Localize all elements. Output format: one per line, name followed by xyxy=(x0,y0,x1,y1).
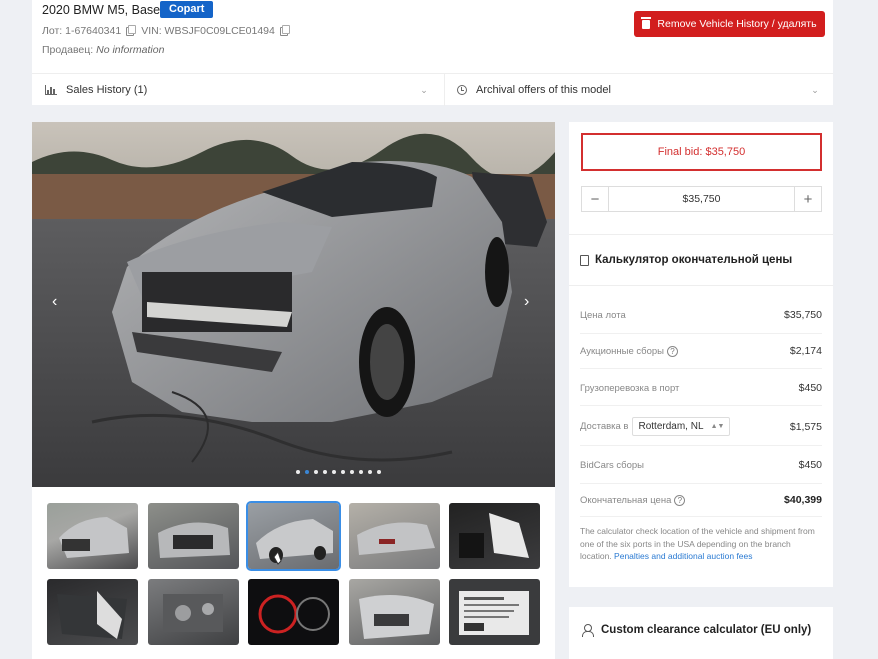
calc-row-delivery: Доставка в Rotterdam, NL ▲▼ $1,575 xyxy=(580,417,822,436)
thumbnail[interactable] xyxy=(449,579,540,645)
tab-sales-history-label: Sales History (1) xyxy=(66,84,148,96)
help-icon[interactable]: ? xyxy=(674,494,686,506)
person-icon xyxy=(582,624,594,637)
calc-row-label-wrap: Доставка в Rotterdam, NL ▲▼ xyxy=(580,417,731,436)
final-bid-box: Final bid: $35,750 xyxy=(581,133,822,171)
row-divider xyxy=(580,333,822,334)
bar-chart-icon xyxy=(45,85,57,95)
pagination-dot[interactable] xyxy=(359,470,363,474)
seller-value: No information xyxy=(96,44,165,56)
photo-pagination-dots xyxy=(32,470,555,474)
calc-row-label-wrap: Аукционные сборы? xyxy=(580,345,678,357)
thumbnail[interactable] xyxy=(148,503,239,569)
prev-photo-arrow[interactable]: ‹ xyxy=(52,294,57,310)
calc-row-value-total: $40,399 xyxy=(784,494,822,506)
copy-lot-icon[interactable] xyxy=(126,24,137,36)
calc-row-lot-price: Цена лота $35,750 xyxy=(580,309,822,321)
next-photo-arrow[interactable]: › xyxy=(524,294,529,310)
thumbnail[interactable] xyxy=(248,579,339,645)
copy-vin-icon[interactable] xyxy=(279,24,290,36)
bid-calculator-card: Final bid: $35,750 − $35,750 + Калькулят… xyxy=(569,122,833,587)
auction-badge: Copart xyxy=(160,1,214,18)
bid-amount-input[interactable]: $35,750 xyxy=(609,187,794,211)
thumbnail[interactable] xyxy=(349,579,440,645)
pagination-dot[interactable] xyxy=(296,470,300,474)
calc-row-port-transport: Грузоперевозка в порт $450 xyxy=(580,382,822,394)
calc-row-value: $450 xyxy=(798,459,822,471)
calculator-icon xyxy=(580,254,589,266)
row-divider xyxy=(580,483,822,484)
thumbnail[interactable] xyxy=(47,503,138,569)
chevron-updown-icon: ▲▼ xyxy=(710,423,725,430)
thumbnail[interactable] xyxy=(148,579,239,645)
tab-archival-label: Archival offers of this model xyxy=(476,84,611,96)
calc-row-label: Окончательная цена xyxy=(580,494,672,506)
calc-row-label: BidCars сборы xyxy=(580,459,645,471)
calc-row-value: $2,174 xyxy=(789,345,822,357)
divider xyxy=(569,234,833,235)
chevron-down-icon: ⌄ xyxy=(811,85,819,95)
vehicle-header-card: 2020 BMW M5, Base Copart Лот: 1-67640341… xyxy=(32,0,833,106)
pagination-dot-active[interactable] xyxy=(305,470,309,474)
pagination-dot[interactable] xyxy=(332,470,336,474)
calculator-title: Калькулятор окончательной цены xyxy=(580,254,792,266)
increment-button[interactable]: + xyxy=(794,187,821,211)
history-tabs: Sales History (1) ⌄ Archival offers of t… xyxy=(32,73,833,106)
row-divider xyxy=(580,405,822,406)
divider xyxy=(569,285,833,286)
bid-stepper: − $35,750 + xyxy=(581,186,822,212)
thumbnail[interactable] xyxy=(47,579,138,645)
vin-number: VIN: WBSJF0C09LCE01494 xyxy=(141,25,275,37)
customs-calculator-title: Custom clearance calculator (EU only) xyxy=(582,624,812,637)
tab-sales-history[interactable]: Sales History (1) ⌄ xyxy=(45,74,431,106)
thumbnail-active[interactable] xyxy=(246,501,341,571)
destination-port-value: Rotterdam, NL xyxy=(638,421,704,432)
calc-row-label-wrap: Окончательная цена? xyxy=(580,494,686,506)
pagination-dot[interactable] xyxy=(314,470,318,474)
history-icon xyxy=(457,85,467,95)
calc-row-label: Доставка в xyxy=(580,421,629,432)
lot-number: Лот: 1-67640341 xyxy=(42,25,122,37)
thumbnail[interactable] xyxy=(449,503,540,569)
calc-row-final-price: Окончательная цена? $40,399 xyxy=(580,494,822,506)
destination-port-select[interactable]: Rotterdam, NL ▲▼ xyxy=(632,417,731,436)
thumbnail[interactable] xyxy=(349,503,440,569)
remove-vehicle-history-button[interactable]: Remove Vehicle History / удалять xyxy=(634,11,825,37)
customs-title-text: Custom clearance calculator (EU only) xyxy=(601,624,812,636)
vehicle-meta: Лот: 1-67640341 VIN: WBSJF0C09LCE01494 xyxy=(42,24,292,37)
row-divider xyxy=(580,445,822,446)
calc-row-label: Аукционные сборы xyxy=(580,345,664,357)
pagination-dot[interactable] xyxy=(341,470,345,474)
calc-row-value: $450 xyxy=(798,382,822,394)
chevron-down-icon: ⌄ xyxy=(420,85,428,95)
calc-row-auction-fees: Аукционные сборы? $2,174 xyxy=(580,345,822,357)
main-photo[interactable]: ‹ › xyxy=(32,122,555,487)
remove-button-label: Remove Vehicle History / удалять xyxy=(657,18,817,30)
calc-row-label: Цена лота xyxy=(580,309,626,321)
car-photo-illustration xyxy=(32,122,555,487)
calc-row-value: $35,750 xyxy=(784,309,822,321)
calc-row-bidcars-fees: BidCars сборы $450 xyxy=(580,459,822,471)
calculator-note: The calculator check location of the veh… xyxy=(580,525,820,563)
pagination-dot[interactable] xyxy=(368,470,372,474)
pagination-dot[interactable] xyxy=(350,470,354,474)
calc-row-value: $1,575 xyxy=(789,420,822,433)
seller-label: Продавец: xyxy=(42,44,94,56)
penalties-fees-link[interactable]: Penalties and additional auction fees xyxy=(614,551,752,561)
seller-info: Продавец: No information xyxy=(42,44,164,56)
calc-row-label: Грузоперевозка в порт xyxy=(580,382,680,394)
photo-gallery: ‹ › xyxy=(32,122,555,659)
tab-archival-offers[interactable]: Archival offers of this model ⌄ xyxy=(444,74,822,106)
pagination-dot[interactable] xyxy=(377,470,381,474)
customs-calculator-card[interactable]: Custom clearance calculator (EU only) xyxy=(569,607,833,659)
row-divider xyxy=(580,368,822,369)
pagination-dot[interactable] xyxy=(323,470,327,474)
row-divider xyxy=(580,516,822,517)
help-icon[interactable]: ? xyxy=(667,345,678,357)
page-title: 2020 BMW M5, Base xyxy=(42,3,161,17)
decrement-button[interactable]: − xyxy=(582,187,609,211)
trash-icon xyxy=(641,16,652,29)
calculator-title-text: Калькулятор окончательной цены xyxy=(595,254,793,266)
